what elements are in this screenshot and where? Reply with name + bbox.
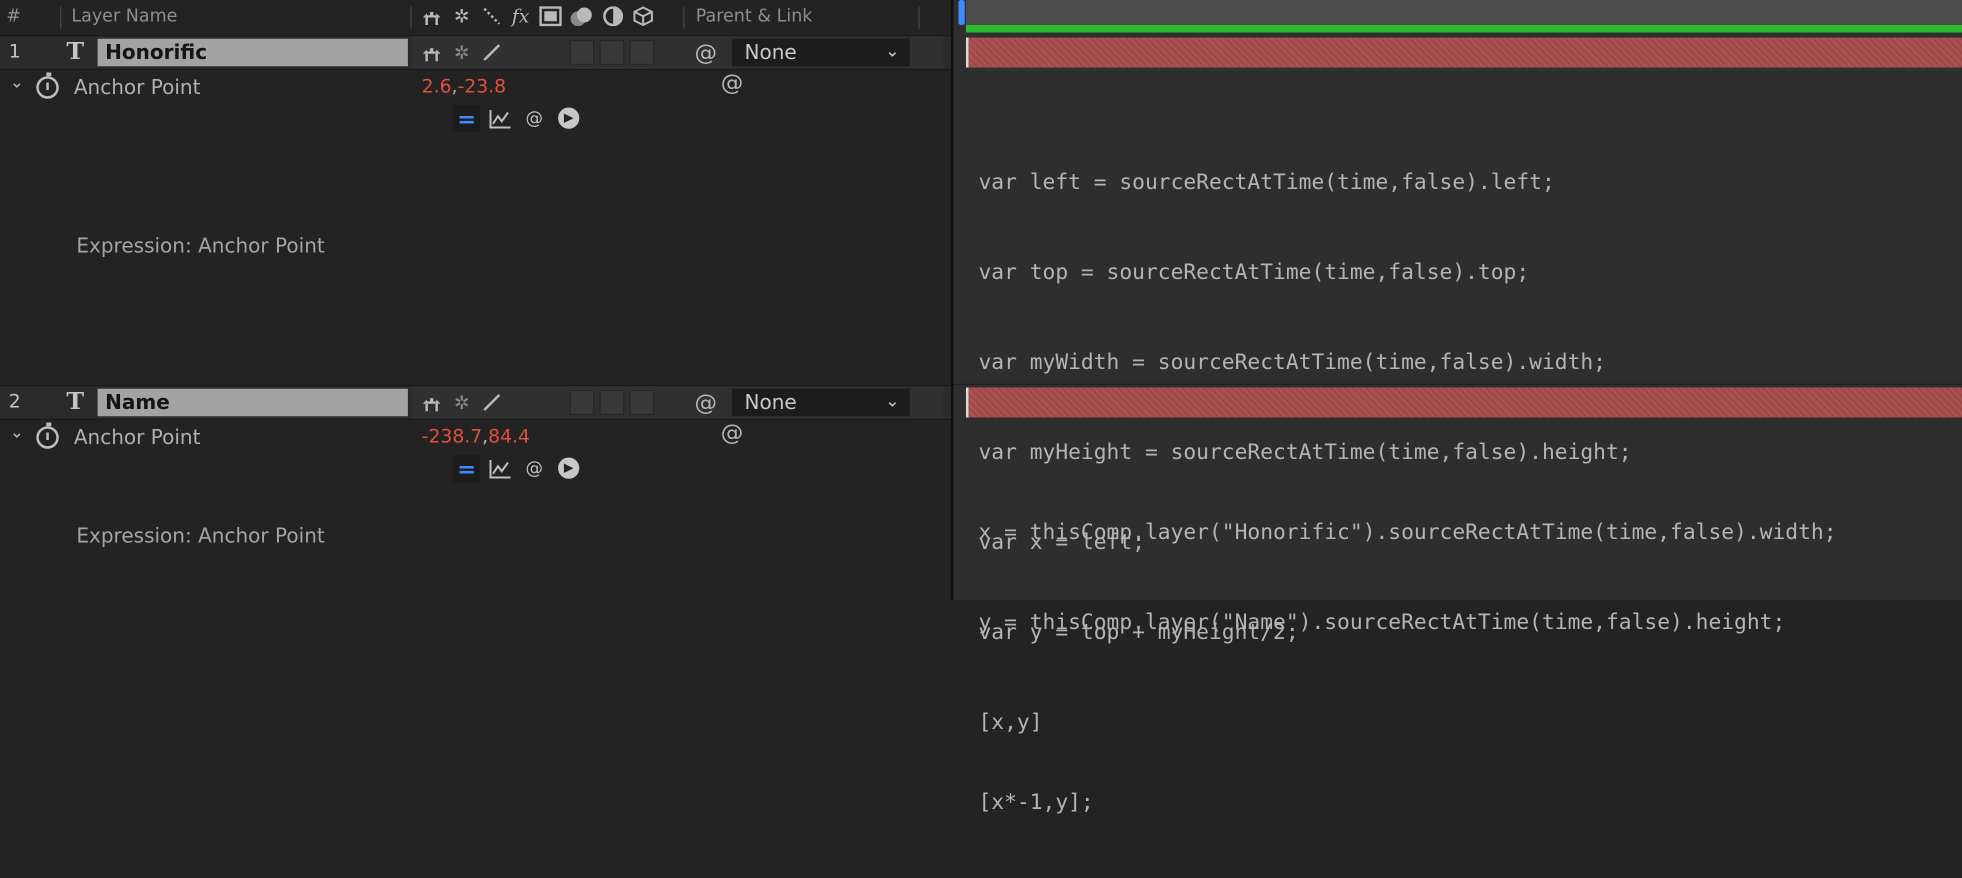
expression-label: Expression: Anchor Point [76,523,325,548]
stopwatch-icon[interactable] [36,422,59,449]
column-separator[interactable] [410,6,412,29]
layer-duration-bar[interactable] [965,37,1962,68]
row-divider [953,383,1962,385]
property-name: Anchor Point [73,75,201,99]
value-y[interactable]: 84.4 [488,425,530,448]
text-layer-icon: T [66,387,85,416]
collapse-transform-icon[interactable]: ✲ [449,40,474,65]
shy-icon[interactable] [419,4,444,29]
quality-icon[interactable] [479,40,504,65]
effects-switch[interactable] [569,390,595,415]
work-area-bar[interactable] [965,25,1962,33]
collapse-transform-icon[interactable]: ✲ [449,4,474,29]
value-x[interactable]: 2.6 [422,75,452,98]
collapse-transform-icon[interactable]: ✲ [449,390,474,415]
motion-blur-switch[interactable] [599,390,625,415]
layer-name[interactable]: Name [97,388,408,417]
parent-dropdown[interactable]: None ⌄ [731,38,910,67]
current-time-indicator[interactable] [958,0,965,25]
shy-icon[interactable] [419,40,444,65]
column-separator[interactable] [60,6,62,29]
pickwhip-spiral-icon[interactable]: @ [521,105,549,133]
value-x[interactable]: -238.7 [422,425,483,448]
expression-line[interactable]: y = thisComp.layer("Name").sourceRectAtT… [978,608,1836,638]
layer-index: 2 [8,390,21,413]
property-row[interactable]: ⌄ Anchor Point -238.7,84.4 @ [0,420,951,453]
3d-layer-switch[interactable] [629,40,655,65]
parent-value: None [744,390,797,414]
property-value[interactable]: -238.7,84.4 [422,425,530,448]
panel-divider[interactable] [950,0,954,600]
pickwhip-spiral-icon[interactable]: @ [721,420,744,446]
motion-blur-icon[interactable] [569,4,594,29]
value-y[interactable]: -23.8 [458,75,507,98]
pickwhip-spiral-icon[interactable]: @ [721,70,744,96]
expression-line[interactable]: x = thisComp.layer("Honorific").sourceRe… [978,518,1836,548]
property-row[interactable]: ⌄ Anchor Point 2.6,-23.8 @ [0,70,951,103]
column-header: # Layer Name ✲ fx Parent & Link [0,0,951,37]
chevron-down-icon[interactable]: ⌄ [10,424,24,443]
pickwhip-spiral-icon[interactable]: @ [521,455,549,483]
property-value[interactable]: 2.6,-23.8 [422,75,506,98]
time-ruler[interactable] [965,0,1962,25]
expression-graph-icon[interactable] [487,105,515,133]
expression-label: Expression: Anchor Point [76,233,325,258]
expression-tools: = @ ▶ [452,455,603,483]
expression-line[interactable]: var left = sourceRectAtTime(time,false).… [978,168,1631,198]
frame-blend-icon[interactable] [538,4,563,29]
stopwatch-icon[interactable] [36,72,59,99]
expression-line[interactable]: var top = sourceRectAtTime(time,false).t… [978,258,1631,288]
fx-icon[interactable]: fx [508,4,533,29]
parent-value: None [744,40,797,64]
pickwhip-spiral-icon[interactable]: @ [693,39,718,65]
chevron-down-icon: ⌄ [884,391,900,412]
property-name: Anchor Point [73,425,201,449]
expression-language-menu-icon[interactable]: ▶ [558,457,580,479]
text-layer-icon: T [66,37,85,66]
motion-blur-switch[interactable] [599,40,625,65]
chevron-down-icon: ⌄ [884,41,900,62]
expression-editor[interactable]: x = thisComp.layer("Honorific").sourceRe… [978,458,1836,878]
quality-icon[interactable] [479,4,504,29]
layer-index: 1 [8,40,21,63]
expression-enable-icon[interactable]: = [452,455,481,483]
column-number-label: # [6,6,21,27]
expression-line[interactable]: [x*-1,y]; [978,788,1836,818]
pickwhip-spiral-icon[interactable]: @ [693,389,718,415]
layer-name[interactable]: Honorific [97,38,408,67]
shy-icon[interactable] [419,390,444,415]
expression-enable-icon[interactable]: = [452,105,481,133]
layer-duration-bar[interactable] [965,387,1962,418]
expression-language-menu-icon[interactable]: ▶ [558,107,580,129]
adjustment-layer-icon[interactable] [601,4,626,29]
layer-row[interactable]: 1 T Honorific ✲ @ None ⌄ [0,35,951,70]
column-parent-label[interactable]: Parent & Link [696,6,813,26]
column-layer-name-label[interactable]: Layer Name [71,6,177,26]
effects-switch[interactable] [569,40,595,65]
expression-line[interactable] [978,698,1836,728]
layer-row[interactable]: 2 T Name ✲ @ None ⌄ [0,385,951,420]
quality-icon[interactable] [479,390,504,415]
chevron-down-icon[interactable]: ⌄ [10,74,24,93]
column-separator[interactable] [918,6,920,29]
expression-graph-icon[interactable] [487,455,515,483]
3d-layer-icon[interactable] [631,4,656,29]
expression-tools: = @ ▶ [452,105,603,133]
parent-dropdown[interactable]: None ⌄ [731,388,910,417]
expression-line[interactable]: var myWidth = sourceRectAtTime(time,fals… [978,348,1631,378]
column-separator[interactable] [683,6,685,29]
3d-layer-switch[interactable] [629,390,655,415]
